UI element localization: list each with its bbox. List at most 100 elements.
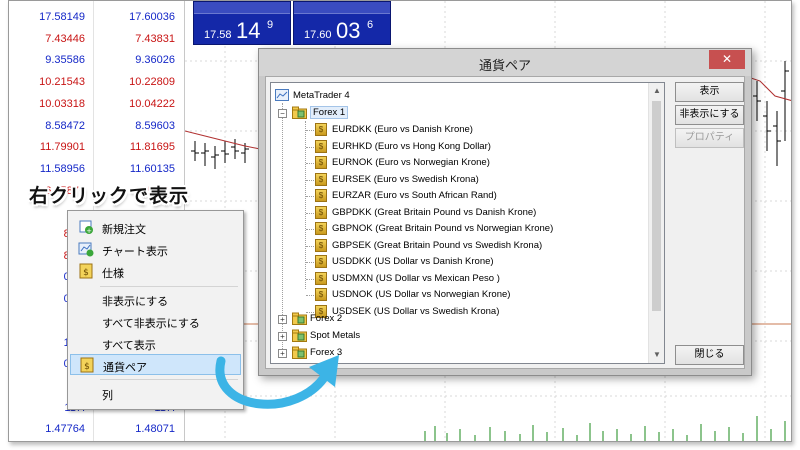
show-button[interactable]: 表示: [675, 82, 744, 102]
quote-row[interactable]: 11.79901 11.81695: [9, 137, 185, 159]
menu-separator: [100, 286, 238, 287]
symbol-icon: $: [315, 238, 327, 252]
new-order-icon: +: [78, 219, 94, 235]
sell-price-sup: 9: [267, 19, 274, 31]
tree-root-label: MetaTrader 4: [293, 90, 350, 101]
quote-row[interactable]: 17.58149 17.60036: [9, 7, 185, 29]
curved-arrow-icon: [215, 355, 339, 409]
symbol-label: GBPNOK (Great Britain Pound vs Norwegian…: [332, 223, 554, 234]
symbol-icon: $: [315, 255, 327, 268]
symbol-icon: $: [315, 123, 327, 136]
candles-right: [753, 61, 789, 166]
tree-group-label: Spot Metals: [310, 330, 361, 341]
ask-value: 7.43831: [135, 32, 175, 45]
bid-value: 10.21543: [39, 76, 85, 89]
symbol-label: EURNOK (Euro vs Norwegian Krone): [332, 157, 490, 168]
menu-item-specification[interactable]: $ 仕様: [70, 261, 241, 282]
dialog-title: 通貨ペア: [259, 49, 751, 76]
buy-price-sup: 6: [367, 19, 374, 31]
menu-item-chart-window[interactable]: チャート表示: [70, 239, 241, 260]
tree-group-label: Forex 1: [310, 106, 349, 119]
ask-value: 11.60135: [129, 162, 175, 175]
quote-row[interactable]: 10.21543 10.22809: [9, 72, 185, 94]
symbol-icon: $: [315, 271, 327, 285]
menu-item-new-order[interactable]: + 新規注文: [70, 217, 241, 238]
tree-line: [306, 163, 314, 164]
folder-icon: [292, 106, 307, 119]
symbols-icon: $: [79, 357, 95, 373]
symbol-icon: $: [315, 189, 327, 202]
menu-item-label: 通貨ペア: [103, 362, 147, 374]
ask-value: 10.22809: [129, 76, 175, 89]
dialog-close-button[interactable]: ✕: [709, 50, 745, 69]
svg-text:$: $: [83, 268, 89, 278]
tree-line: [306, 278, 314, 280]
symbol-label: EURZAR (Euro vs South African Rand): [332, 190, 497, 201]
symbol-label: EURSEK (Euro vs Swedish Krona): [332, 173, 479, 185]
quote-row[interactable]: 8.58472 8.59603: [9, 116, 185, 138]
symbol-label: GBPSEK (Great Britain Pound vs Swedish K…: [332, 239, 543, 251]
bid-value: 11.58956: [39, 162, 85, 175]
tree-line: [306, 245, 314, 247]
properties-button[interactable]: プロパティ: [675, 128, 744, 148]
quote-row[interactable]: 7.43446 7.43831: [9, 29, 185, 51]
sell-price-box[interactable]: 17.58 14 9: [193, 1, 291, 45]
specification-icon: $: [78, 263, 94, 279]
terminal-window: 17.58149 17.60036 7.43446 7.43831 9.35586 9.3…: [8, 0, 792, 442]
bid-value: 17.58149: [39, 11, 85, 23]
menu-item-label: 新規注文: [102, 224, 146, 236]
symbol-icon: $: [315, 205, 327, 219]
scroll-up-icon[interactable]: ▲: [649, 83, 664, 99]
hide-button[interactable]: 非表示にする: [675, 105, 744, 125]
buy-price-box[interactable]: 17.60 03 6: [293, 1, 391, 45]
bid-value: 9.35586: [45, 54, 85, 67]
symbols-tree[interactable]: MetaTrader 4 − Forex 1 $ EURDKK (Euro vs …: [270, 82, 665, 364]
symbol-label: GBPDKK (Great Britain Pound vs Danish Kr…: [332, 206, 537, 218]
quote-row[interactable]: 11.58956 11.60135: [9, 159, 185, 181]
expand-icon[interactable]: +: [278, 332, 287, 341]
tree-scrollbar[interactable]: ▲ ▼: [648, 83, 664, 363]
ask-value: 17.60036: [129, 11, 175, 23]
menu-item-hide[interactable]: 非表示にする: [70, 289, 241, 310]
folder-icon: [292, 312, 307, 325]
tree-line: [306, 196, 314, 197]
menu-item-hide-all[interactable]: すべて非表示にする: [70, 311, 241, 332]
dialog-body: MetaTrader 4 − Forex 1 $ EURDKK (Euro vs …: [265, 76, 745, 369]
sell-price-big: 14: [236, 18, 261, 43]
close-button[interactable]: 閉じる: [675, 345, 744, 365]
symbol-icon: $: [315, 172, 327, 186]
expand-icon[interactable]: +: [278, 315, 287, 324]
quote-row[interactable]: 9.35586 9.36026: [9, 50, 185, 72]
bid-value: 10.03318: [39, 97, 85, 110]
symbol-label: EURHKD (Euro vs Hong Kong Dollar): [332, 140, 491, 152]
tree-group-label: Forex 2: [310, 313, 343, 324]
scroll-down-icon[interactable]: ▼: [649, 347, 664, 363]
ask-value: 11.81695: [129, 141, 175, 154]
bid-value: 1.47764: [45, 423, 85, 436]
symbol-label: EURDKK (Euro vs Danish Krone): [332, 124, 473, 135]
bid-value: 11.79901: [39, 141, 85, 154]
quote-row[interactable]: 1.47764 1.48071: [9, 419, 185, 441]
volume-bars: [424, 416, 786, 441]
moving-average-left: [185, 130, 261, 150]
quote-row[interactable]: 10.03318 10.04222: [9, 94, 185, 116]
menu-item-label: 仕様: [102, 268, 124, 280]
menu-item-label: すべて非表示にする: [102, 318, 200, 330]
terminal-icon: [275, 89, 290, 102]
symbol-label: USDMXN (US Dollar vs Mexican Peso ): [332, 272, 500, 284]
menu-item-label: すべて表示: [102, 340, 156, 352]
right-click-callout: 右クリックで表示: [29, 186, 190, 207]
bid-value: 8.58472: [45, 119, 85, 132]
sell-price-small: 17.58: [204, 29, 232, 41]
scroll-thumb[interactable]: [652, 101, 661, 311]
tree-line: [306, 229, 314, 230]
symbol-icon: $: [315, 156, 327, 169]
ask-value: 1.48071: [135, 423, 175, 436]
dialog-title-text: 通貨ペア: [478, 58, 531, 73]
menu-item-label: チャート表示: [102, 246, 168, 258]
candles-left: [191, 139, 249, 169]
bid-value: 7.43446: [45, 32, 85, 45]
tree-line: [306, 295, 314, 296]
collapse-icon[interactable]: −: [278, 109, 287, 118]
buy-price-small: 17.60: [304, 29, 332, 41]
